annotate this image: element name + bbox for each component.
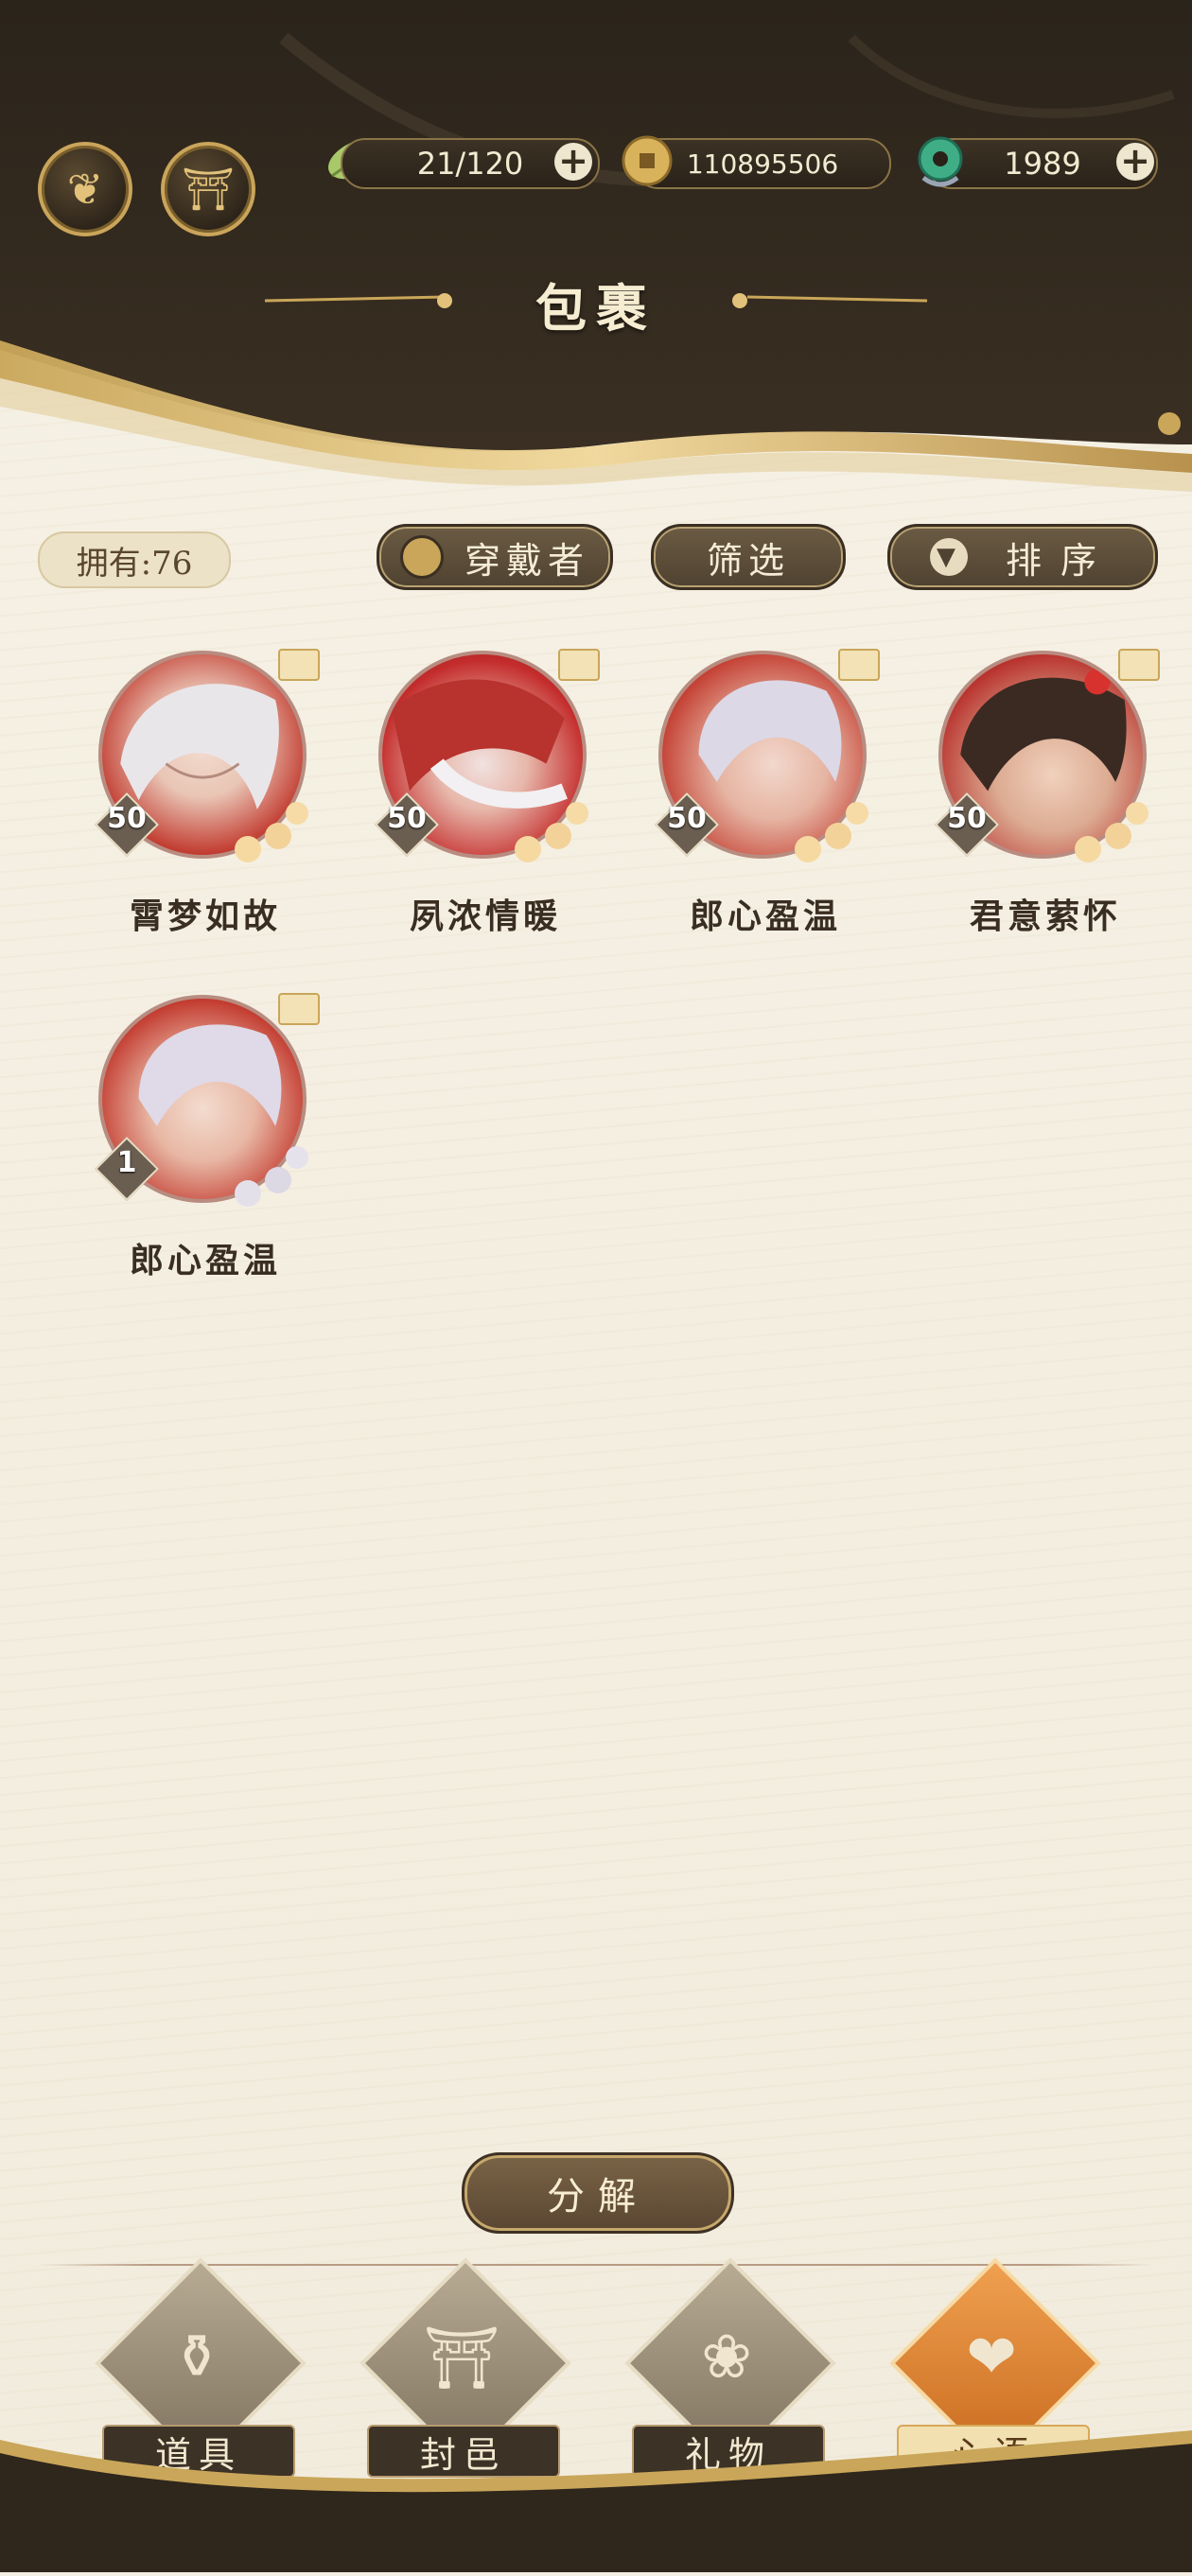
tag-icon <box>278 649 320 681</box>
filter-label: 筛选 <box>706 539 790 582</box>
owned-count: 拥有:76 <box>38 531 231 588</box>
pavilion-icon: ⛩ <box>182 165 235 214</box>
coin-value: 110895506 <box>686 148 839 180</box>
flower-decoration-icon <box>219 1146 314 1212</box>
flower-decoration-icon <box>1060 802 1154 868</box>
sort-label: 排序 <box>1005 539 1115 582</box>
wearer-dot-icon <box>399 535 444 579</box>
pavilion-icon: ⛩ <box>423 2324 500 2393</box>
level-value: 50 <box>107 802 147 835</box>
item-name: 郎心盈温 <box>689 896 841 936</box>
wearer-label: 穿戴者 <box>464 539 589 582</box>
fan-gift-icon: ❀ <box>701 2323 752 2393</box>
item-card[interactable]: 1 郎心盈温 <box>59 985 320 1297</box>
flower-decoration-icon <box>219 802 314 868</box>
item-card[interactable]: 50 霄梦如故 <box>59 641 320 953</box>
level-value: 1 <box>116 1146 137 1179</box>
tag-icon <box>1118 649 1160 681</box>
item-name: 君意萦怀 <box>969 896 1121 936</box>
item-name: 夙浓情暖 <box>409 896 561 936</box>
tag-icon <box>838 649 880 681</box>
filter-button[interactable]: 筛选 <box>651 524 846 590</box>
tag-icon <box>278 993 320 1025</box>
add-jade-button[interactable]: + <box>1116 143 1154 181</box>
stamina-value: 21/120 <box>416 146 524 182</box>
level-value: 50 <box>667 802 707 835</box>
wearer-button[interactable]: 穿戴者 <box>377 524 613 590</box>
items-jar-icon: ⚱ <box>171 2323 222 2393</box>
sort-button[interactable]: ▼ 排序 <box>887 524 1158 590</box>
jade-icon <box>910 129 971 195</box>
level-value: 50 <box>387 802 427 835</box>
item-card[interactable]: 50 君意萦怀 <box>899 641 1160 953</box>
jade-value: 1989 <box>1004 146 1081 182</box>
flower-decoration-icon <box>500 802 594 868</box>
decompose-button[interactable]: 分解 <box>462 2152 734 2234</box>
add-stamina-button[interactable]: + <box>554 143 592 181</box>
level-value: 50 <box>947 802 987 835</box>
leaf-menu-button[interactable]: ❦ <box>38 142 132 236</box>
item-name: 郎心盈温 <box>129 1241 281 1280</box>
page-title: 包裹 <box>535 278 657 339</box>
flower-decoration-icon <box>780 802 874 868</box>
bottom-decoration <box>0 2430 1192 2572</box>
leaf-icon: ❦ <box>66 164 104 215</box>
heart-lotus-icon: ❤ <box>966 2323 1017 2393</box>
item-name: 霄梦如故 <box>129 896 281 936</box>
coin-icon <box>619 132 675 189</box>
pavilion-button[interactable]: ⛩ <box>161 142 255 236</box>
chevron-down-icon: ▼ <box>929 538 968 576</box>
item-card[interactable]: 50 郎心盈温 <box>619 641 880 953</box>
tag-icon <box>558 649 600 681</box>
header-banner <box>0 0 1192 530</box>
item-card[interactable]: 50 夙浓情暖 <box>339 641 600 953</box>
